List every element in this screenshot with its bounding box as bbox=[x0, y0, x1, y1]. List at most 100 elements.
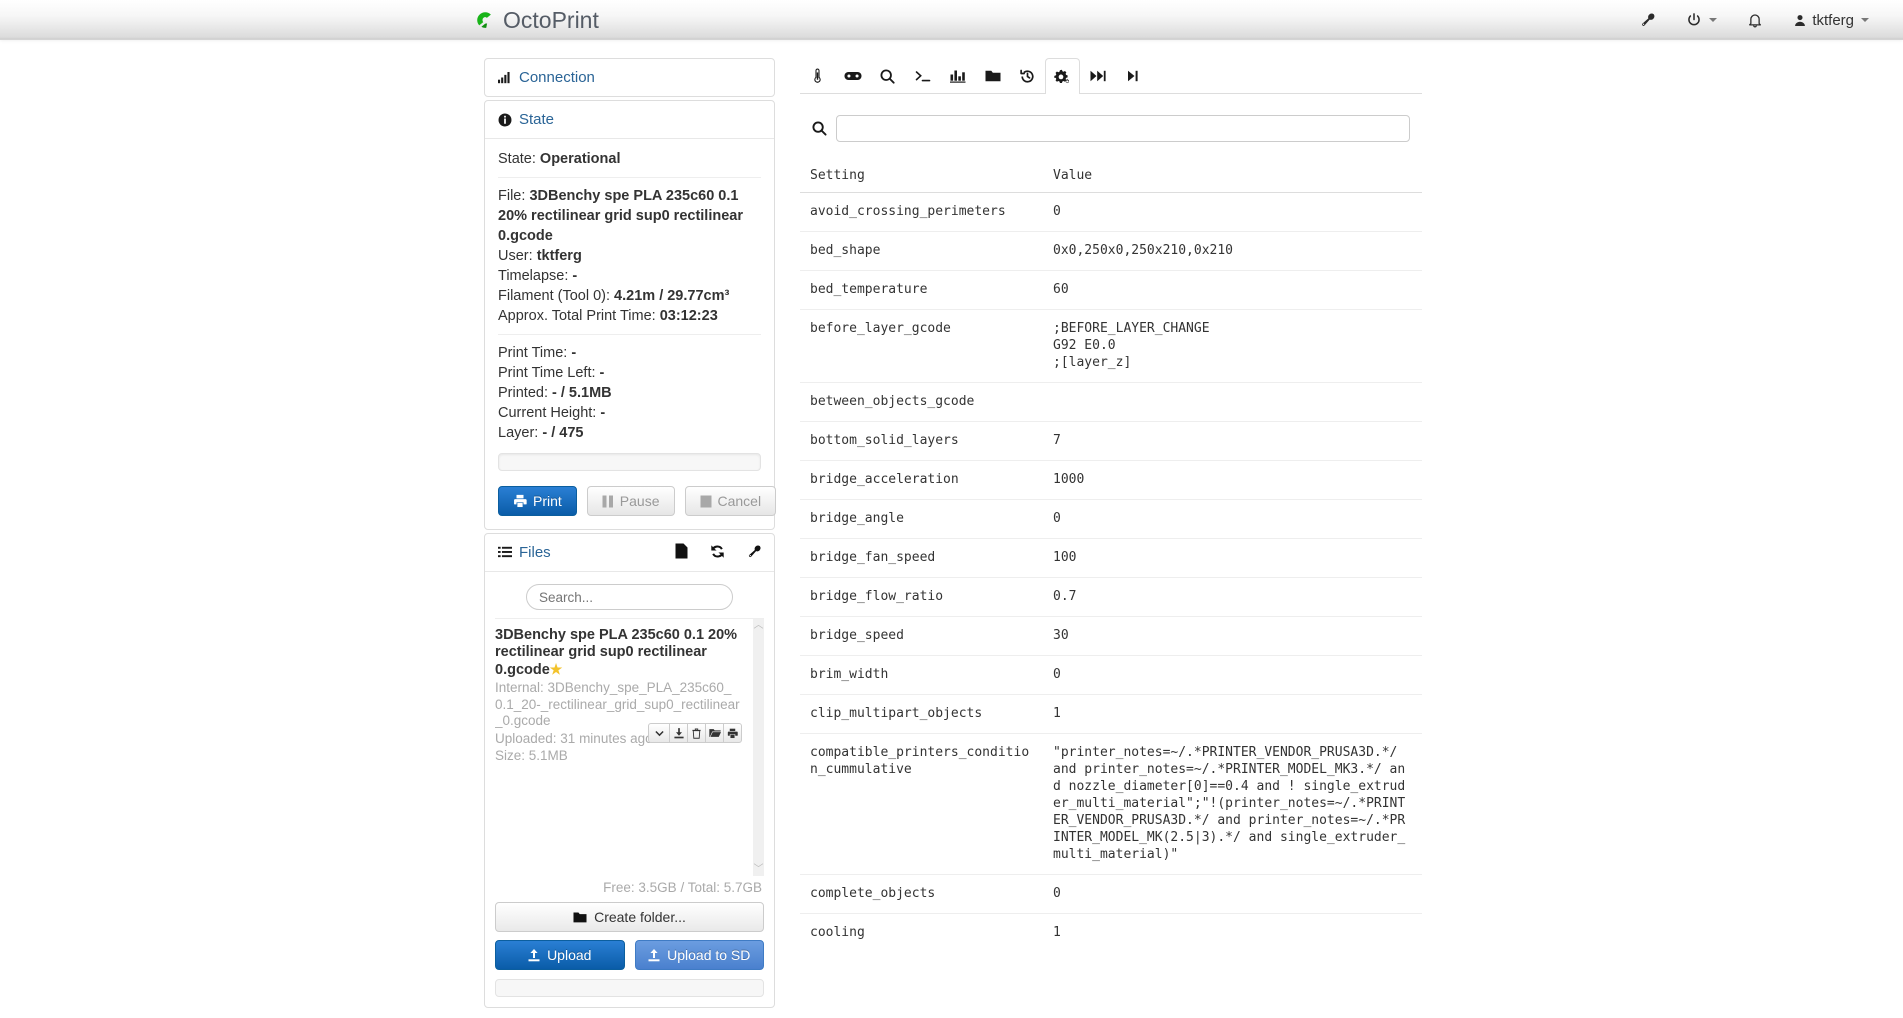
state-row-printed: Printed: - / 5.1MB bbox=[498, 383, 761, 403]
folder-icon bbox=[573, 912, 587, 923]
tab-gcode-viewer[interactable] bbox=[870, 58, 905, 93]
files-header[interactable]: Files bbox=[485, 534, 774, 571]
panel-connection: Connection bbox=[484, 58, 775, 97]
settings-search-input[interactable] bbox=[836, 115, 1410, 142]
column-setting: Setting bbox=[800, 160, 1043, 193]
download-icon[interactable] bbox=[669, 723, 688, 743]
forward-icon bbox=[1090, 70, 1106, 82]
setting-value bbox=[1043, 382, 1422, 422]
panel-state: State State: Operational File: 3DBenchy … bbox=[484, 100, 777, 530]
pause-button-label: Pause bbox=[619, 493, 660, 509]
tab-history[interactable] bbox=[1010, 58, 1045, 93]
state-row-total-time: Approx. Total Print Time: 03:12:23 bbox=[498, 306, 761, 326]
tab-statistics[interactable] bbox=[940, 58, 975, 93]
print-button[interactable]: Print bbox=[498, 486, 577, 516]
chevron-down-icon[interactable] bbox=[648, 723, 670, 743]
table-row: bridge_speed 30 bbox=[800, 616, 1422, 656]
file-list-item[interactable]: 3DBenchy spe PLA 235c60 0.1 20% rectilin… bbox=[495, 627, 764, 765]
settings-wrench-button[interactable] bbox=[1625, 0, 1671, 40]
tab-temperature[interactable] bbox=[800, 58, 835, 93]
setting-value: 100 bbox=[1043, 538, 1422, 578]
connection-header[interactable]: Connection bbox=[485, 59, 774, 96]
setting-key: between_objects_gcode bbox=[800, 382, 1043, 422]
state-header[interactable]: State bbox=[485, 101, 774, 138]
refresh-icon[interactable] bbox=[710, 544, 725, 559]
upload-label: Upload bbox=[547, 947, 592, 963]
tab-control[interactable] bbox=[835, 58, 870, 93]
navbar: OctoPrint tktferg bbox=[0, 0, 1903, 40]
setting-value: 1000 bbox=[1043, 460, 1422, 500]
tab-slicer-settings[interactable] bbox=[1045, 58, 1080, 94]
notifications-button[interactable] bbox=[1732, 0, 1778, 40]
table-row: bridge_acceleration 1000 bbox=[800, 460, 1422, 500]
file-icon[interactable] bbox=[675, 543, 688, 559]
table-body: avoid_crossing_perimeters 0 bed_shape 0x0,2… bbox=[800, 192, 1422, 952]
state-row-label: Printed: bbox=[498, 385, 548, 401]
table-row: bed_temperature 60 bbox=[800, 270, 1422, 310]
table-row: compatible_printers_condition_cummulativ… bbox=[800, 733, 1422, 875]
table-row: cooling 1 bbox=[800, 913, 1422, 952]
search-icon bbox=[812, 121, 827, 136]
state-row-filament: Filament (Tool 0): 4.21m / 29.77cm³ bbox=[498, 286, 761, 306]
print-icon[interactable] bbox=[723, 723, 742, 743]
setting-key: compatible_printers_condition_cummulativ… bbox=[800, 733, 1043, 875]
upload-progress-bar bbox=[495, 979, 764, 997]
table-row: bed_shape 0x0,250x0,250x210,0x210 bbox=[800, 231, 1422, 271]
upload-sd-button[interactable]: Upload to SD bbox=[634, 940, 764, 970]
setting-key: complete_objects bbox=[800, 874, 1043, 914]
setting-key: avoid_crossing_perimeters bbox=[800, 192, 1043, 232]
thermometer-icon bbox=[810, 68, 825, 84]
user-icon bbox=[1793, 13, 1807, 28]
sidebar: Connection State State: Operational File… bbox=[484, 58, 777, 1011]
scroll-up-icon[interactable]: ︿ bbox=[754, 621, 764, 631]
favorite-star-icon[interactable]: ★ bbox=[550, 661, 563, 677]
print-progress-bar bbox=[498, 453, 761, 471]
setting-key: cooling bbox=[800, 913, 1043, 952]
folder-move-icon[interactable] bbox=[705, 723, 724, 743]
brand-logo[interactable]: OctoPrint bbox=[474, 0, 599, 40]
setting-value: 0x0,250x0,250x210,0x210 bbox=[1043, 231, 1422, 271]
info-icon bbox=[498, 113, 512, 127]
pause-button[interactable]: Pause bbox=[586, 486, 675, 516]
folder-icon bbox=[985, 70, 1001, 82]
user-menu-button[interactable]: tktferg bbox=[1778, 0, 1884, 40]
setting-key: brim_width bbox=[800, 655, 1043, 695]
file-list-scrollbar[interactable]: ︿ ﹀ bbox=[753, 619, 764, 876]
tab-files[interactable] bbox=[975, 58, 1010, 93]
terminal-icon bbox=[915, 70, 931, 83]
state-row-label: Current Height: bbox=[498, 405, 597, 421]
cancel-button[interactable]: Cancel bbox=[684, 486, 777, 516]
trash-icon[interactable] bbox=[687, 723, 706, 743]
setting-value: 7 bbox=[1043, 421, 1422, 461]
tab-forward[interactable] bbox=[1080, 58, 1115, 93]
print-icon bbox=[513, 494, 527, 508]
state-row-label: Timelapse: bbox=[498, 268, 569, 284]
create-folder-button[interactable]: Create folder... bbox=[495, 902, 764, 932]
panel-files: Files Search... 3DBenchy spe PLA 235c60 … bbox=[484, 533, 775, 1008]
table-row: bridge_fan_speed 100 bbox=[800, 538, 1422, 578]
setting-key: bridge_fan_speed bbox=[800, 538, 1043, 578]
cancel-button-label: Cancel bbox=[717, 493, 762, 509]
setting-value: 0 bbox=[1043, 499, 1422, 539]
free-space-label: Free: 3.5GB / Total: 5.7GB bbox=[603, 880, 762, 895]
upload-button[interactable]: Upload bbox=[495, 940, 625, 970]
tab-bar bbox=[800, 58, 1422, 94]
state-row-current-height: Current Height: - bbox=[498, 403, 761, 423]
octoprint-logo-icon bbox=[474, 9, 496, 31]
state-row-value: Operational bbox=[539, 151, 621, 167]
scroll-down-icon[interactable]: ﹀ bbox=[754, 865, 764, 875]
files-header-actions bbox=[675, 543, 762, 559]
power-menu-button[interactable] bbox=[1671, 0, 1732, 40]
setting-key: bed_temperature bbox=[800, 270, 1043, 310]
tab-step-forward[interactable] bbox=[1115, 58, 1150, 93]
state-row-state: State: Operational bbox=[498, 149, 761, 169]
power-icon bbox=[1686, 12, 1702, 28]
tab-terminal[interactable] bbox=[905, 58, 940, 93]
files-search-input[interactable] bbox=[526, 584, 733, 610]
upload-sd-label: Upload to SD bbox=[667, 947, 751, 963]
state-row-label: Print Time: bbox=[498, 345, 568, 361]
table-row: brim_width 0 bbox=[800, 655, 1422, 695]
wrench-icon[interactable] bbox=[747, 544, 762, 559]
state-row-label: Filament (Tool 0): bbox=[498, 288, 611, 304]
file-action-buttons bbox=[648, 723, 742, 743]
